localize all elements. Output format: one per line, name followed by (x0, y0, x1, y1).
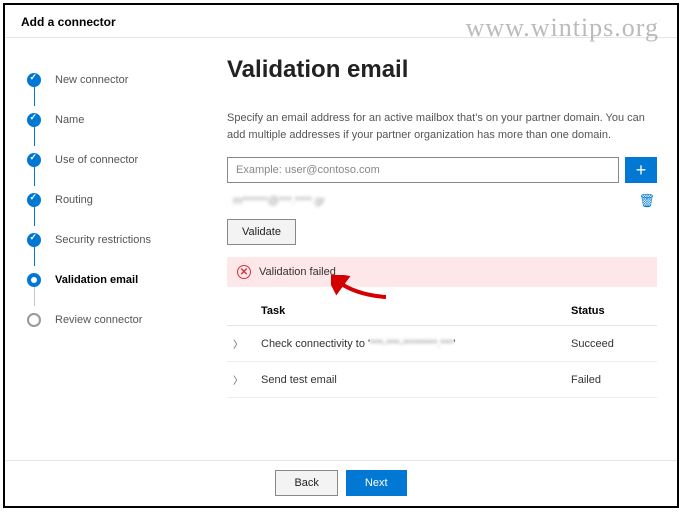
dialog-header: Add a connector (5, 5, 677, 38)
pending-step-icon (27, 313, 41, 327)
next-button[interactable]: Next (346, 470, 407, 496)
add-button[interactable]: + (625, 157, 657, 183)
checkmark-icon (27, 113, 41, 127)
step-label: Use of connector (55, 154, 138, 166)
table-header: Task Status (227, 297, 657, 326)
step-validation-email[interactable]: Validation email (27, 260, 195, 300)
page-description: Specify an email address for an active m… (227, 110, 657, 143)
added-email-text: m******@***.****.gr (233, 195, 325, 207)
checkmark-icon (27, 233, 41, 247)
step-routing[interactable]: Routing (27, 180, 195, 220)
step-name[interactable]: Name (27, 100, 195, 140)
back-button[interactable]: Back (275, 470, 337, 496)
delete-icon[interactable]: 🗑 (638, 193, 655, 209)
email-input[interactable] (227, 157, 619, 183)
active-step-icon (27, 273, 41, 287)
step-new-connector[interactable]: New connector (27, 60, 195, 100)
wizard-steps: New connector Name Use of connector Rout… (5, 38, 205, 458)
step-label: Review connector (55, 314, 142, 326)
table-row: 〉 Check connectivity to '***-***-*******… (227, 326, 657, 362)
column-task: Task (261, 305, 571, 317)
error-icon: ✕ (237, 265, 251, 279)
task-cell: Send test email (261, 374, 571, 386)
step-label: New connector (55, 74, 128, 86)
checkmark-icon (27, 73, 41, 87)
validation-task-table: Task Status 〉 Check connectivity to '***… (227, 297, 657, 398)
step-label: Routing (55, 194, 93, 206)
task-cell: Check connectivity to '***-***-********.… (261, 338, 571, 350)
step-label: Validation email (55, 274, 138, 286)
column-status: Status (571, 305, 651, 317)
dialog-title: Add a connector (21, 15, 661, 29)
page-title: Validation email (227, 56, 657, 84)
step-security-restrictions[interactable]: Security restrictions (27, 220, 195, 260)
plus-icon: + (636, 160, 647, 180)
checkmark-icon (27, 193, 41, 207)
main-panel: Validation email Specify an email addres… (205, 38, 677, 458)
dialog-footer: Back Next (5, 460, 677, 504)
status-cell: Succeed (571, 338, 651, 350)
chevron-right-icon[interactable]: 〉 (233, 336, 261, 351)
validate-button[interactable]: Validate (227, 219, 296, 245)
step-label: Security restrictions (55, 234, 151, 246)
step-review-connector[interactable]: Review connector (27, 300, 195, 340)
chevron-right-icon[interactable]: 〉 (233, 372, 261, 387)
added-email-row: m******@***.****.gr 🗑 (227, 191, 657, 219)
status-cell: Failed (571, 374, 651, 386)
step-use-of-connector[interactable]: Use of connector (27, 140, 195, 180)
table-row: 〉 Send test email Failed (227, 362, 657, 398)
step-label: Name (55, 114, 84, 126)
error-text: Validation failed (259, 266, 336, 278)
checkmark-icon (27, 153, 41, 167)
validation-error-banner: ✕ Validation failed (227, 257, 657, 287)
